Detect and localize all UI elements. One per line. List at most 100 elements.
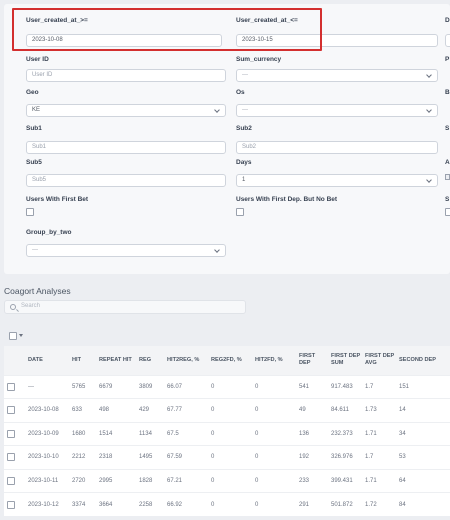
table-header[interactable]: FIRST DEP AVG bbox=[362, 346, 396, 375]
table-cell: 1.7 bbox=[365, 454, 374, 461]
sub1-input[interactable]: Sub1 bbox=[26, 141, 226, 154]
table-cell: 1.71 bbox=[365, 430, 377, 437]
user-created-from-label: User_created_at_>= bbox=[26, 17, 88, 24]
user-created-from-input[interactable]: 2023-10-08 bbox=[26, 34, 222, 47]
sub2-label: Sub2 bbox=[236, 125, 252, 132]
table-cell: 1.72 bbox=[365, 501, 377, 508]
table-cell: 0 bbox=[211, 430, 215, 437]
users-first-dep-no-bet-label: Users With First Dep. But No Bet bbox=[236, 196, 338, 203]
sub2-input[interactable]: Sub2 bbox=[236, 141, 438, 154]
table-header[interactable]: FIRST DEP bbox=[296, 346, 328, 375]
table-cell: 67.5 bbox=[167, 430, 179, 437]
table-cell: 67.77 bbox=[167, 407, 183, 414]
row-select-cell bbox=[4, 375, 25, 399]
chevron-down-icon bbox=[426, 107, 432, 113]
geo-label: Geo bbox=[26, 89, 39, 96]
table-row: 2023-10-08 633 498 429 67.77 0 0 49 84.6… bbox=[4, 398, 450, 423]
table-cell: 326.976 bbox=[331, 454, 353, 461]
table-cell: 6679 bbox=[99, 383, 113, 390]
caret-down-icon[interactable] bbox=[19, 334, 23, 337]
cohort-table: DATE HIT REPEAT HIT REG HIT2REG, % REG2F… bbox=[4, 346, 450, 516]
table-cell: 34 bbox=[399, 430, 406, 437]
search-input[interactable]: Search bbox=[4, 300, 246, 314]
table-cell: 2023-10-09 bbox=[28, 430, 59, 437]
table-cell: 232.373 bbox=[331, 430, 353, 437]
users-first-bet-checkbox[interactable] bbox=[26, 208, 34, 216]
table-row: 2023-10-09 1680 1514 1134 67.5 0 0 136 2… bbox=[4, 422, 450, 446]
geo-select[interactable]: KE bbox=[26, 104, 226, 117]
table-cell: 498 bbox=[99, 407, 110, 414]
right-cut-checkbox[interactable] bbox=[445, 208, 450, 216]
table-header[interactable]: HIT2REG, % bbox=[164, 346, 208, 375]
table-header[interactable]: SECOND DEP bbox=[396, 346, 450, 375]
table-cell: 2023-10-10 bbox=[28, 454, 59, 461]
table-cell: 0 bbox=[211, 454, 215, 461]
os-label: Os bbox=[236, 89, 245, 96]
row-select-cell bbox=[4, 446, 25, 470]
table-header-select bbox=[4, 346, 25, 375]
users-first-dep-no-bet-checkbox[interactable] bbox=[236, 208, 244, 216]
table-header[interactable]: REG2FD, % bbox=[208, 346, 252, 375]
table-header[interactable]: DATE bbox=[25, 346, 69, 375]
row-checkbox[interactable] bbox=[7, 500, 15, 509]
table-cell: 501.872 bbox=[331, 501, 353, 508]
table-cell: 14 bbox=[399, 407, 406, 414]
group-by-two-select[interactable]: --- bbox=[26, 244, 226, 257]
select-all-checkbox[interactable] bbox=[9, 332, 17, 340]
chevron-down-icon bbox=[214, 107, 220, 113]
table-cell: 67.59 bbox=[167, 454, 183, 461]
table-cell: 0 bbox=[211, 407, 215, 414]
table-cell: 0 bbox=[255, 430, 259, 437]
right-cut-label-p: P bbox=[445, 56, 450, 63]
days-label: Days bbox=[236, 159, 252, 166]
table-cell: 291 bbox=[299, 501, 310, 508]
calendar-icon[interactable] bbox=[445, 174, 450, 180]
table-cell: 233 bbox=[299, 477, 310, 484]
table-header[interactable]: REPEAT HIT bbox=[96, 346, 136, 375]
table-cell: 0 bbox=[255, 454, 259, 461]
table-cell: 1.7 bbox=[365, 383, 374, 390]
search-placeholder: Search bbox=[21, 303, 41, 309]
table-cell: 136 bbox=[299, 430, 310, 437]
table-cell: 53 bbox=[399, 454, 406, 461]
row-select-cell bbox=[4, 469, 25, 493]
filters-panel: User_created_at_>= 2023-10-08 User_creat… bbox=[4, 4, 450, 274]
table-cell: 0 bbox=[211, 477, 215, 484]
table-header[interactable]: HIT2FD, % bbox=[252, 346, 296, 375]
sub5-label: Sub5 bbox=[26, 159, 42, 166]
sub5-input[interactable]: Sub5 bbox=[26, 174, 226, 187]
table-header[interactable]: FIRST DEP SUM bbox=[328, 346, 362, 375]
table-cell: 2023-10-08 bbox=[28, 407, 59, 414]
user-created-to-input[interactable]: 2023-10-15 bbox=[236, 34, 438, 47]
table-cell: 5765 bbox=[72, 383, 86, 390]
os-value: --- bbox=[242, 107, 248, 113]
table-cell: 1134 bbox=[139, 430, 152, 437]
row-select-cell bbox=[4, 493, 25, 517]
table-cell: 917.483 bbox=[331, 383, 353, 390]
right-cut-input[interactable] bbox=[445, 34, 450, 47]
users-first-bet-label: Users With First Bet bbox=[26, 196, 89, 203]
row-checkbox[interactable] bbox=[7, 406, 15, 415]
row-checkbox[interactable] bbox=[7, 382, 15, 391]
os-select[interactable]: --- bbox=[236, 104, 438, 117]
row-checkbox[interactable] bbox=[7, 476, 15, 485]
user-id-input[interactable]: User ID bbox=[26, 69, 226, 82]
row-checkbox[interactable] bbox=[7, 453, 15, 462]
table-cell: 49 bbox=[299, 407, 306, 414]
row-select-cell bbox=[4, 399, 25, 423]
table-cell: 2995 bbox=[99, 477, 113, 484]
table-header[interactable]: REG bbox=[136, 346, 164, 375]
row-checkbox[interactable] bbox=[7, 429, 15, 438]
table-cell: 84 bbox=[399, 501, 406, 508]
table-cell: 2318 bbox=[99, 454, 113, 461]
row-select-cell bbox=[4, 422, 25, 446]
table-header[interactable]: HIT bbox=[69, 346, 96, 375]
sum-currency-select[interactable]: --- bbox=[236, 69, 438, 82]
table-cell: 3374 bbox=[72, 501, 86, 508]
right-cut-label-s: S bbox=[445, 125, 450, 132]
right-cut-label-a: A bbox=[445, 159, 450, 166]
days-select[interactable]: 1 bbox=[236, 174, 438, 187]
table-cell: 1680 bbox=[72, 430, 86, 437]
table-cell: 399.431 bbox=[331, 477, 353, 484]
table-cell: 1.71 bbox=[365, 477, 377, 484]
